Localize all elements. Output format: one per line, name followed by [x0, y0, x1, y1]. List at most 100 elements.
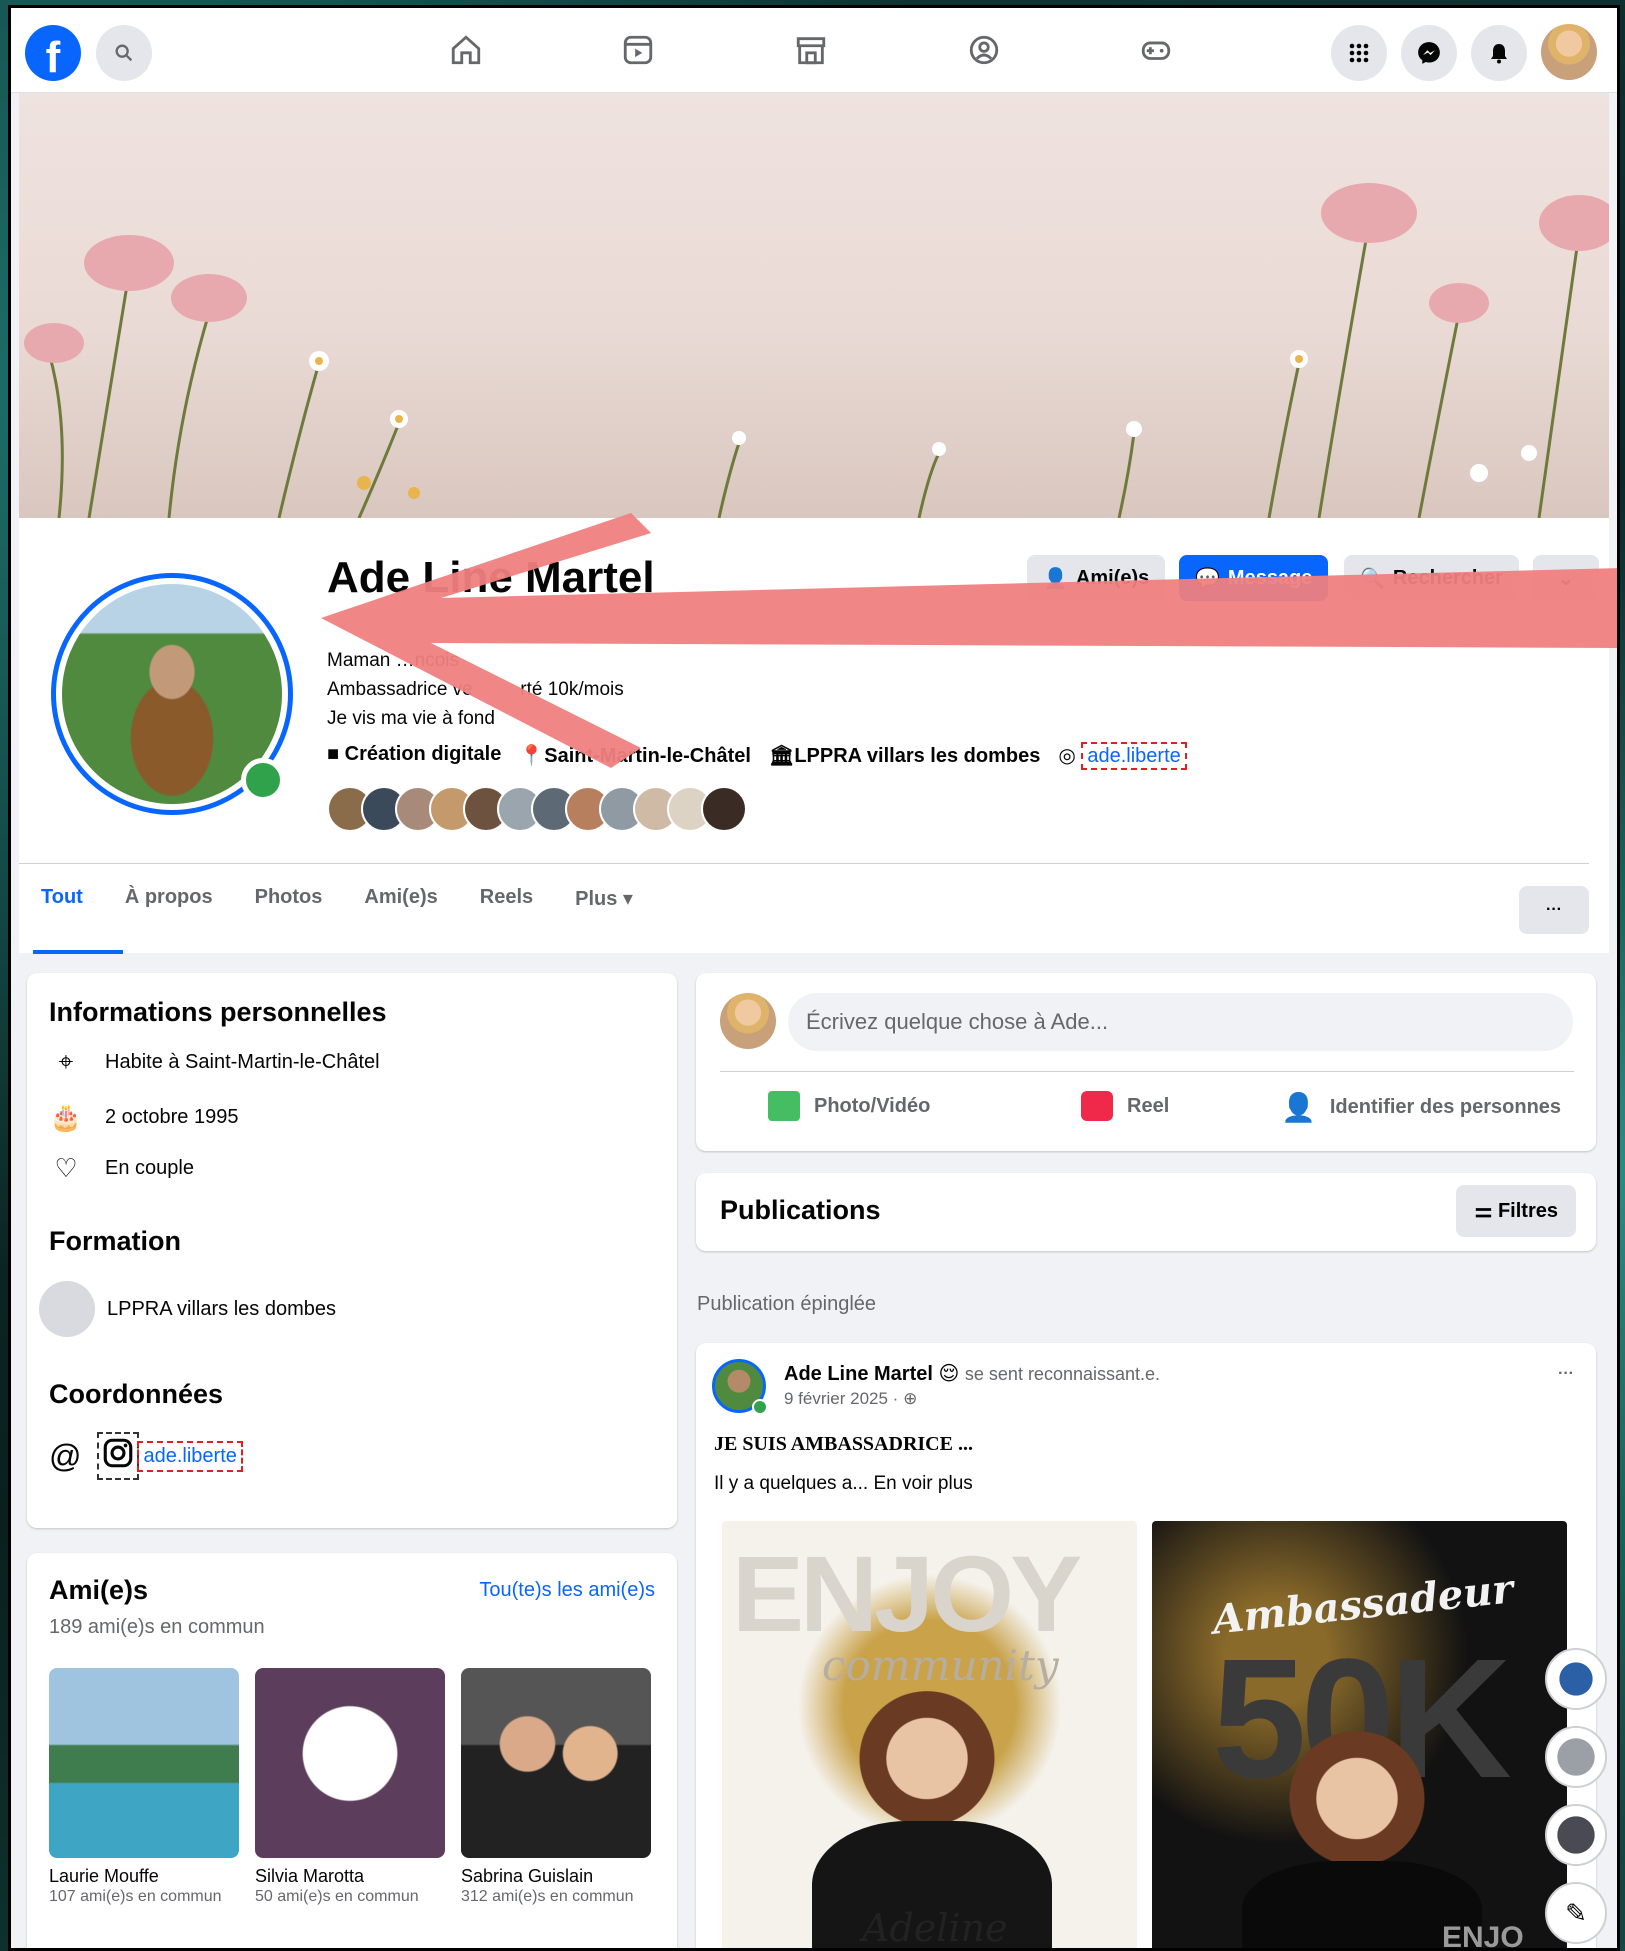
relationship-text: En couple — [105, 1157, 194, 1179]
composer-input[interactable]: Écrivez quelque chose à Ade... — [788, 993, 1573, 1051]
friend-photo — [49, 1668, 239, 1858]
online-status-indicator — [241, 758, 285, 802]
tag-people-button[interactable]: 👤 Identifier des personnes — [1281, 1091, 1561, 1124]
bell-icon — [1491, 44, 1507, 64]
composer-avatar — [720, 993, 776, 1049]
marketplace-nav-button[interactable] — [791, 30, 831, 70]
account-avatar[interactable] — [1541, 24, 1597, 80]
post-options-button[interactable]: ··· — [1558, 1365, 1574, 1383]
tab-photos[interactable]: Photos — [255, 886, 323, 911]
friend-name: Laurie Mouffe — [49, 1866, 159, 1886]
gaming-nav-button[interactable] — [1136, 30, 1176, 70]
mutual-friends-avatars[interactable] — [327, 786, 747, 832]
contact-title: Coordonnées — [49, 1379, 224, 1409]
poster-right-brand: ENJO — [1442, 1921, 1524, 1951]
post-image-right[interactable]: Ambassadeur 50K ENJO — [1152, 1521, 1567, 1951]
poster-left-script-text: community — [822, 1641, 1059, 1690]
photo-video-label: Photo/Vidéo — [814, 1094, 931, 1117]
notifications-button[interactable] — [1471, 25, 1527, 81]
friends-button[interactable]: 👤 Ami(e)s — [1027, 555, 1166, 601]
relationship-row: ♡ En couple — [49, 1153, 655, 1184]
poster-left-portrait — [852, 1691, 1002, 1841]
video-icon — [623, 35, 653, 65]
post-date[interactable]: 9 février 2025 · — [784, 1389, 903, 1408]
instagram-detail: ◎ ade.liberte — [1058, 742, 1187, 770]
tab-friends[interactable]: Ami(e)s — [364, 886, 437, 911]
chat-bubble-contact[interactable] — [1545, 1648, 1607, 1710]
chat-bubble-contact[interactable] — [1545, 1726, 1607, 1788]
intro-title: Informations personnelles — [49, 997, 387, 1027]
post-author-name[interactable]: Ade Line Martel — [784, 1363, 933, 1385]
work-label: Création digitale — [344, 743, 502, 765]
friend-mutual-count: 107 ami(e)s en commun — [49, 1888, 222, 1905]
reel-label: Reel — [1127, 1094, 1170, 1117]
profile-more-button[interactable]: ··· — [1519, 886, 1589, 934]
publications-header: Publications ⚌ Filtres — [696, 1173, 1596, 1251]
friend-photo — [461, 1668, 651, 1858]
home-icon — [451, 35, 481, 65]
message-button[interactable]: 💬 Message — [1179, 555, 1329, 601]
post-image-left[interactable]: ENJOY community Adeline — [722, 1521, 1137, 1950]
groups-nav-button[interactable] — [964, 30, 1004, 70]
home-nav-button[interactable] — [446, 30, 486, 70]
profile-search-label: Rechercher — [1392, 566, 1503, 589]
chevron-down-icon: ⌄ — [1557, 567, 1575, 590]
photo-video-button[interactable]: Photo/Vidéo — [768, 1091, 930, 1121]
post-feeling: se sent reconnaissant.e. — [964, 1364, 1161, 1384]
cover-flowers-illustration — [24, 183, 1609, 518]
chat-bubble-contact[interactable] — [1545, 1804, 1607, 1866]
friend-tile[interactable]: Sabrina Guislain 312 ami(e)s en commun — [461, 1668, 651, 1906]
tab-all[interactable]: Tout — [41, 886, 83, 911]
see-all-friends-link[interactable]: Tou(te)s les ami(e)s — [479, 1579, 655, 1602]
filters-button[interactable]: ⚌ Filtres — [1456, 1185, 1576, 1237]
messenger-button[interactable] — [1401, 25, 1457, 81]
filters-icon: ⚌ — [1474, 1200, 1493, 1222]
friend-name: Sabrina Guislain — [461, 1866, 594, 1886]
instagram-icon — [97, 1432, 140, 1480]
tab-more[interactable]: Plus ▾ — [575, 886, 633, 911]
bio-line-2-end: rté 10k/mois — [520, 679, 624, 700]
messenger-small-icon: 💬 — [1195, 567, 1220, 590]
bio-line-2: Ambassadrice ve rté 10k/mois — [327, 675, 624, 704]
composer-divider — [720, 1071, 1574, 1072]
bio-line-1: Maman …ncois — [327, 650, 459, 671]
school-placeholder-icon — [39, 1281, 95, 1337]
tabs-divider — [19, 863, 1589, 864]
school-row[interactable]: LPPRA villars les dombes — [39, 1281, 655, 1337]
facebook-logo-icon[interactable]: f — [25, 25, 81, 81]
video-nav-button[interactable] — [618, 30, 658, 70]
friend-tile[interactable]: Silvia Marotta 50 ami(e)s en commun — [255, 1668, 445, 1906]
mutual-friends-count: 189 ami(e)s en commun — [49, 1616, 265, 1638]
school-label: LPPRA villars les dombes — [794, 745, 1041, 767]
tag-people-icon: 👤 — [1281, 1092, 1316, 1123]
instagram-link[interactable]: ade.liberte — [1081, 742, 1187, 770]
friends-card-header: Ami(e)s Tou(te)s les ami(e)s — [49, 1575, 655, 1606]
profile-bio: Maman …ncois Ambassadrice ve rté 10k/moi… — [327, 646, 624, 733]
intro-card: Informations personnelles ⌖ Habite à Sain… — [27, 973, 677, 1528]
friends-card: Ami(e)s Tou(te)s les ami(e)s 189 ami(e)s… — [27, 1553, 677, 1948]
search-small-icon: 🔍 — [1360, 567, 1385, 590]
instagram-row: @ ade.liberte — [49, 1432, 655, 1480]
location-pin-icon: ⌖ — [58, 1046, 74, 1076]
profile-search-button[interactable]: 🔍 Rechercher — [1344, 555, 1519, 601]
tab-about[interactable]: À propos — [125, 886, 213, 911]
search-button[interactable] — [96, 25, 152, 81]
menu-button[interactable] — [1331, 25, 1387, 81]
lives-in-text: Habite à Saint-Martin-le-Châtel — [105, 1050, 380, 1073]
instagram-handle-link[interactable]: ade.liberte — [137, 1440, 243, 1472]
poster-left-name: Adeline — [862, 1906, 1008, 1950]
new-message-button[interactable]: ✎ — [1545, 1882, 1607, 1944]
heart-icon: ♡ — [54, 1153, 78, 1183]
friend-tile[interactable]: Laurie Mouffe 107 ami(e)s en commun — [49, 1668, 239, 1906]
school-text: LPPRA villars les dombes — [107, 1297, 336, 1320]
reel-button[interactable]: Reel — [1081, 1091, 1169, 1121]
more-options-dropdown[interactable]: ⌄ — [1533, 555, 1599, 601]
post-composer: Écrivez quelque chose à Ade... Photo/Vid… — [696, 973, 1596, 1151]
friends-button-label: Ami(e)s — [1075, 566, 1150, 589]
birthday-row: 🎂 2 octobre 1995 — [49, 1102, 655, 1133]
poster-left-enjoy-text: ENJOY — [732, 1533, 1082, 1654]
tab-reels[interactable]: Reels — [480, 886, 533, 911]
friend-photo — [255, 1668, 445, 1858]
location-label: Saint-Martin-le-Châtel — [544, 745, 751, 767]
friend-avatar[interactable] — [701, 786, 747, 832]
